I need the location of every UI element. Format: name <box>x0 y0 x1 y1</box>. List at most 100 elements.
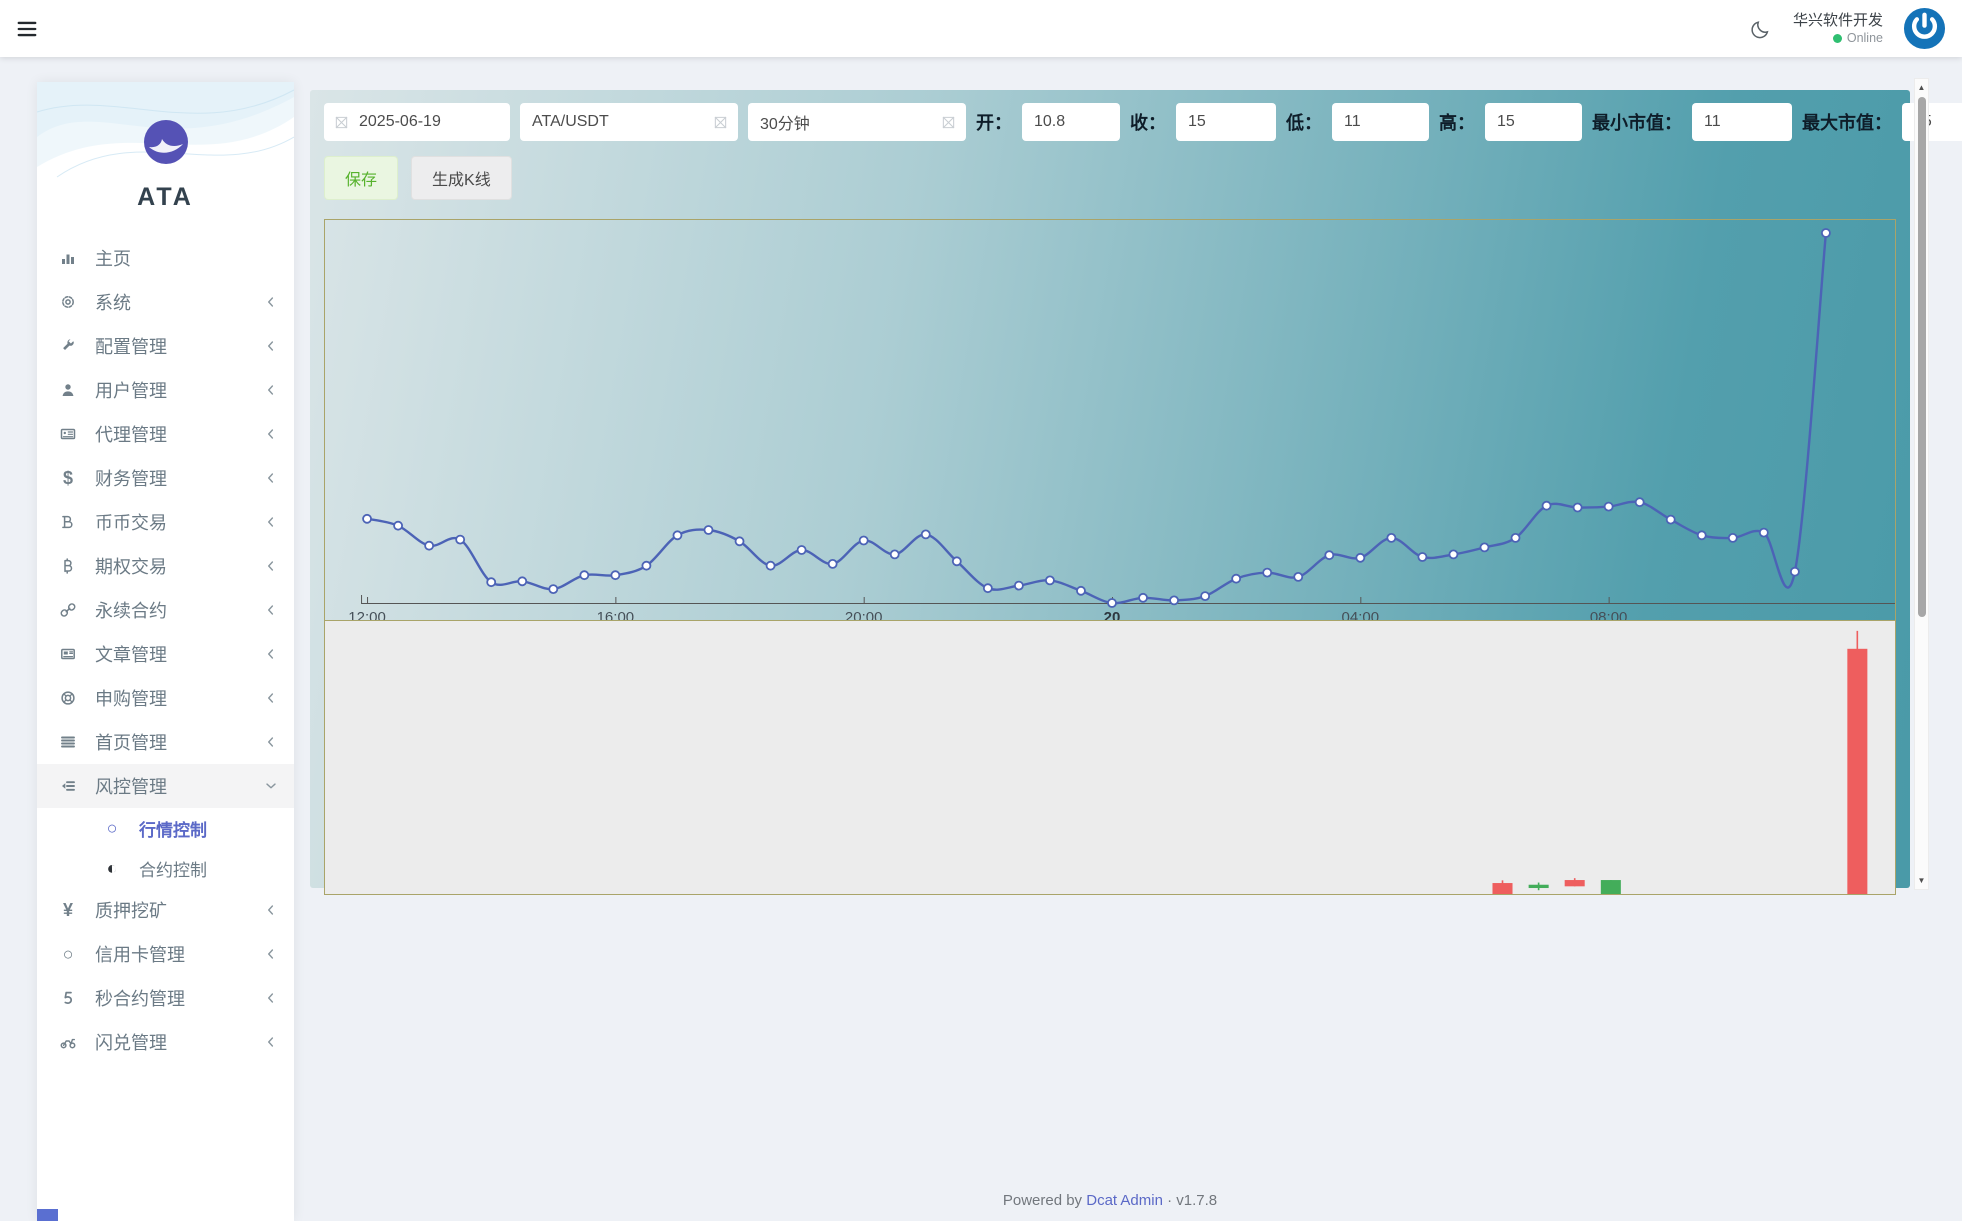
sidebar-item-agents[interactable]: 代理管理 <box>37 412 294 456</box>
sidebar-item-perpetual[interactable]: 永续合约 <box>37 588 294 632</box>
sidebar-item-label: 申购管理 <box>95 689 167 709</box>
low-input[interactable] <box>1342 112 1419 132</box>
footer: Powered by Dcat Admin · v1.7.8 <box>310 1192 1910 1209</box>
min-marketcap-input[interactable] <box>1702 112 1782 132</box>
high-input[interactable] <box>1495 112 1572 132</box>
sidebar-item-users[interactable]: 用户管理 <box>37 368 294 412</box>
sidebar-subitem-market-control[interactable]: ○ 行情控制 <box>37 808 294 848</box>
bars-icon <box>57 734 79 750</box>
sidebar-item-label: 主页 <box>95 249 131 269</box>
missing-glyph-icon <box>713 115 728 130</box>
scroll-up-arrow[interactable]: ▲ <box>1915 80 1928 95</box>
chevron-left-icon <box>264 515 278 529</box>
chevron-left-icon <box>264 471 278 485</box>
avatar[interactable] <box>1903 7 1946 50</box>
scrollbar-thumb[interactable] <box>1918 97 1926 617</box>
sidebar-item-label: 闪兑管理 <box>95 1033 167 1053</box>
sidebar-item-options-trade[interactable]: 期权交易 <box>37 544 294 588</box>
life-ring-icon <box>57 690 79 706</box>
chevron-left-icon <box>264 603 278 617</box>
open-input[interactable] <box>1032 112 1110 132</box>
sidebar-item-flash-exchange[interactable]: 闪兑管理 <box>37 1020 294 1064</box>
chevron-left-icon <box>264 295 278 309</box>
missing-glyph-icon <box>334 115 349 130</box>
topbar: 华兴软件开发 Online <box>0 0 1962 57</box>
user-icon <box>57 382 79 398</box>
candlestick-volume-chart <box>325 620 1895 894</box>
logo-icon <box>142 118 190 166</box>
baht-icon <box>57 558 79 574</box>
newspaper-icon <box>57 646 79 662</box>
low-input-wrapper <box>1332 103 1429 141</box>
open-input-label: 开： <box>976 113 1012 133</box>
sidebar-item-home[interactable]: 主页 <box>37 236 294 280</box>
close-input[interactable] <box>1186 112 1266 132</box>
chevron-left-icon <box>264 691 278 705</box>
sidebar-item-risk-control[interactable]: 风控管理 <box>37 764 294 808</box>
motorcycle-icon <box>57 1034 79 1050</box>
sidebar-item-label: 永续合约 <box>95 601 167 621</box>
date-input[interactable] <box>357 112 500 132</box>
sidebar-item-label: 首页管理 <box>95 733 167 753</box>
sidebar-item-label: 信用卡管理 <box>95 945 185 965</box>
high-input-label: 高： <box>1439 113 1475 133</box>
low-input-label: 低： <box>1286 113 1322 133</box>
close-input-label: 收： <box>1130 113 1166 133</box>
period-input[interactable] <box>758 112 933 132</box>
sidebar-item-staking[interactable]: ¥ 质押挖矿 <box>37 888 294 932</box>
svg-text:04:00: 04:00 <box>1342 609 1380 620</box>
main-scrollbar[interactable]: ▲ ▼ <box>1914 78 1929 890</box>
close-input-wrapper <box>1176 103 1276 141</box>
indent-icon <box>57 778 79 794</box>
sidebar-item-system[interactable]: 系统 <box>37 280 294 324</box>
pair-input[interactable] <box>530 112 705 132</box>
sidebar-scroll-corner <box>37 1209 58 1221</box>
generate-kline-button[interactable]: 生成K线 <box>411 156 512 200</box>
sidebar-item-subscribe[interactable]: 申购管理 <box>37 676 294 720</box>
user-menu[interactable]: 华兴软件开发 Online <box>1793 11 1883 47</box>
date-input-wrapper <box>324 103 510 141</box>
min-marketcap-input-label: 最小市值： <box>1592 113 1682 133</box>
sidebar-item-finance[interactable]: $ 财务管理 <box>37 456 294 500</box>
kline-toolbar: 开： 收： 低： 高： 最小市值： 最大市值： <box>324 103 1962 141</box>
logo[interactable]: ATA <box>37 82 294 212</box>
chevron-left-icon <box>264 647 278 661</box>
sidebar-item-label: 币币交易 <box>95 513 167 533</box>
sidebar-item-label: 文章管理 <box>95 645 167 665</box>
sidebar-item-spot-trade[interactable]: 币币交易 <box>37 500 294 544</box>
sidebar-item-articles[interactable]: 文章管理 <box>37 632 294 676</box>
sidebar-item-label: 秒合约管理 <box>95 989 185 1009</box>
yen-icon: ¥ <box>62 900 73 920</box>
save-button[interactable]: 保存 <box>324 156 399 200</box>
chart-bar-icon <box>57 250 79 266</box>
chain-icon <box>57 602 79 618</box>
dark-mode-toggle-icon[interactable] <box>1751 18 1773 40</box>
sidebar-item-label: 用户管理 <box>95 381 167 401</box>
id-card-icon <box>57 426 79 442</box>
sidebar-item-homepage[interactable]: 首页管理 <box>37 720 294 764</box>
high-input-wrapper <box>1485 103 1582 141</box>
sidebar-item-label: 期权交易 <box>95 557 167 577</box>
sidebar-item-label: 风控管理 <box>95 777 167 797</box>
svg-text:08:00: 08:00 <box>1590 609 1628 620</box>
min-marketcap-input-wrapper <box>1692 103 1792 141</box>
circle-o-icon: ○ <box>106 818 118 838</box>
circle-o-icon: ○ <box>62 944 74 964</box>
scroll-down-arrow[interactable]: ▼ <box>1915 873 1928 888</box>
sidebar-item-label: 代理管理 <box>95 425 167 445</box>
sidebar-subitem-label: 行情控制 <box>139 820 207 840</box>
gear-icon <box>57 294 79 310</box>
sidebar-item-credit-card[interactable]: ○ 信用卡管理 <box>37 932 294 976</box>
online-status-dot <box>1832 33 1842 43</box>
chevron-left-icon <box>264 903 278 917</box>
sidebar-item-config[interactable]: 配置管理 <box>37 324 294 368</box>
user-name: 华兴软件开发 <box>1792 11 1883 29</box>
chevron-left-icon <box>264 1035 278 1049</box>
sidebar-item-second-contract[interactable]: 秒合约管理 <box>37 976 294 1020</box>
sidebar-subitem-contract-control[interactable]: ◐ 合约控制 <box>37 848 294 888</box>
dcat-admin-link[interactable]: Dcat Admin <box>1086 1192 1163 1209</box>
missing-glyph-icon <box>941 115 956 130</box>
dollar-icon: $ <box>62 468 73 488</box>
chevron-down-icon <box>264 779 278 793</box>
hamburger-menu-icon[interactable] <box>16 18 38 40</box>
